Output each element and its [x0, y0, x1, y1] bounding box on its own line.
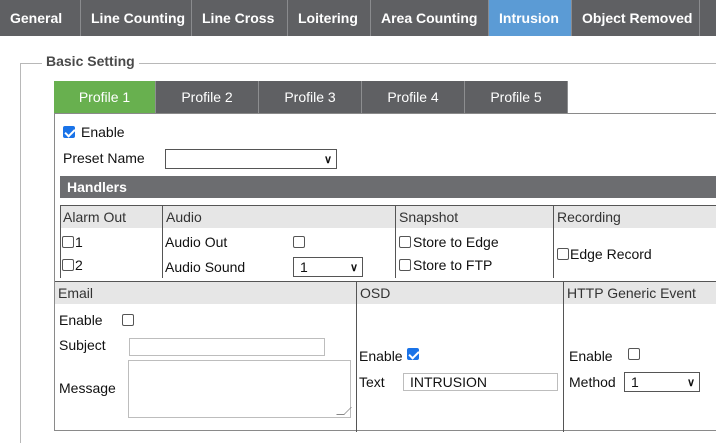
- http-method-value: 1: [631, 374, 639, 390]
- alarm-out-2-label: 2: [75, 257, 83, 273]
- handlers-col-divider: [162, 205, 163, 278]
- tab-area-counting[interactable]: Area Counting: [371, 0, 489, 36]
- top-nav-tabs: General Line Counting Line Cross Loiteri…: [0, 0, 716, 36]
- http-enable-checkbox[interactable]: [628, 348, 640, 360]
- snapshot-header: Snapshot: [396, 206, 553, 228]
- osd-enable-checkbox[interactable]: [407, 348, 419, 360]
- http-method-select[interactable]: 1 ∨: [624, 372, 700, 392]
- basic-setting-legend: Basic Setting: [42, 53, 139, 69]
- edge-record-label: Edge Record: [570, 246, 652, 262]
- store-to-edge-label: Store to Edge: [413, 234, 499, 250]
- store-to-ftp-checkbox[interactable]: [399, 259, 411, 271]
- recording-header: Recording: [554, 206, 716, 228]
- osd-text-input[interactable]: INTRUSION: [403, 373, 558, 391]
- audio-out-label: Audio Out: [165, 234, 228, 250]
- audio-out-checkbox[interactable]: [293, 236, 305, 248]
- store-to-edge-checkbox[interactable]: [399, 236, 411, 248]
- tab-loitering[interactable]: Loitering: [288, 0, 371, 36]
- enable-label: Enable: [81, 124, 125, 140]
- profile-tab-2[interactable]: Profile 2: [156, 81, 259, 113]
- handlers-left-border: [60, 205, 61, 278]
- profile-panel: Enable Preset Name ∨ Handlers Alarm Out …: [54, 113, 716, 432]
- email-subject-input[interactable]: [129, 338, 325, 356]
- profile-tab-3[interactable]: Profile 3: [259, 81, 362, 113]
- audio-sound-select[interactable]: 1 ∨: [293, 257, 363, 277]
- profile-tab-4[interactable]: Profile 4: [362, 81, 465, 113]
- email-message-textarea[interactable]: [128, 360, 352, 418]
- http-event-header: HTTP Generic Event: [564, 282, 716, 304]
- audio-header: Audio: [163, 206, 395, 228]
- tab-object-removed[interactable]: Object Removed: [572, 0, 700, 36]
- osd-enable-label: Enable: [359, 348, 403, 364]
- http-method-label: Method: [569, 374, 616, 390]
- http-enable-label: Enable: [569, 348, 613, 364]
- osd-header: OSD: [357, 282, 563, 304]
- handlers-header: Handlers: [60, 176, 716, 198]
- handlers-col-divider: [395, 205, 396, 278]
- alarm-out-1-checkbox[interactable]: [62, 236, 74, 248]
- enable-checkbox[interactable]: [63, 126, 75, 138]
- audio-sound-label: Audio Sound: [165, 259, 246, 275]
- profile-tabs: Profile 1 Profile 2 Profile 3 Profile 4 …: [54, 81, 568, 113]
- alarm-out-2-checkbox[interactable]: [62, 259, 74, 271]
- email-subject-label: Subject: [59, 337, 106, 353]
- chevron-down-icon: ∨: [323, 154, 332, 166]
- alarm-out-header: Alarm Out: [60, 206, 162, 228]
- profile-tab-1[interactable]: Profile 1: [54, 81, 156, 113]
- tab-general[interactable]: General: [0, 0, 81, 36]
- email-message-label: Message: [59, 380, 116, 396]
- resize-handle-icon[interactable]: [336, 407, 352, 415]
- email-enable-checkbox[interactable]: [122, 314, 134, 326]
- handlers-col-divider: [553, 205, 554, 278]
- audio-sound-value: 1: [300, 259, 308, 275]
- profile-tab-5[interactable]: Profile 5: [465, 81, 568, 113]
- tab-line-counting[interactable]: Line Counting: [81, 0, 192, 36]
- edge-record-checkbox[interactable]: [557, 248, 569, 260]
- chevron-down-icon: ∨: [349, 262, 358, 274]
- store-to-ftp-label: Store to FTP: [413, 257, 493, 273]
- tab-line-cross[interactable]: Line Cross: [192, 0, 288, 36]
- email-header: Email: [55, 282, 356, 304]
- chevron-down-icon: ∨: [686, 377, 695, 389]
- preset-name-select[interactable]: ∨: [165, 149, 337, 169]
- tab-intrusion[interactable]: Intrusion: [489, 0, 572, 36]
- preset-name-label: Preset Name: [63, 150, 145, 166]
- osd-text-label: Text: [359, 374, 385, 390]
- email-enable-label: Enable: [59, 312, 103, 328]
- handlers-top-border: [60, 205, 716, 206]
- alarm-out-1-label: 1: [75, 234, 83, 250]
